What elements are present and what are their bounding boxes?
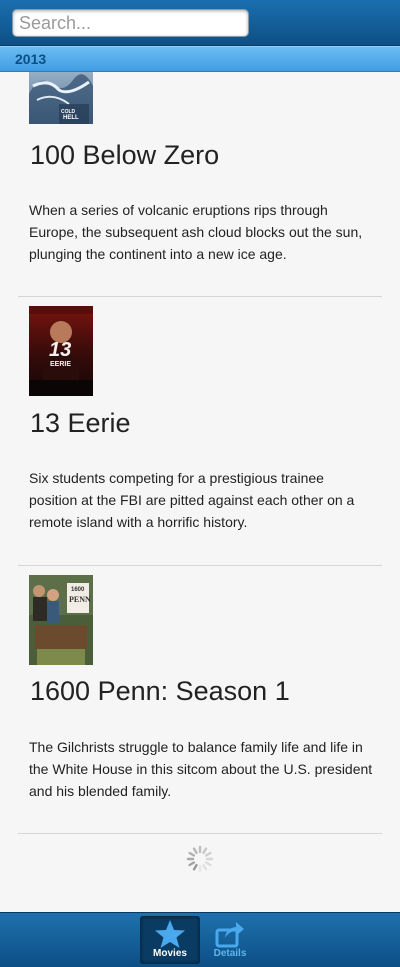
loading-spinner-icon: [186, 845, 214, 873]
movie-title: 1600 Penn: Season 1: [30, 676, 290, 706]
movie-poster: 13 EERIE: [29, 306, 93, 396]
share-icon: [215, 922, 244, 948]
tab-movies-label: Movies: [153, 948, 187, 959]
year-section-header: 2013: [0, 46, 400, 72]
poster-text: PENN: [69, 595, 91, 604]
poster-text: HELL: [63, 115, 79, 121]
star-icon: [155, 920, 185, 948]
movie-title: 13 Eerie: [30, 408, 131, 438]
movie-title: 100 Below Zero: [30, 140, 220, 170]
movie-poster: 1600 PENN: [29, 575, 93, 665]
movie-list-item[interactable]: 13 EERIE 13 Eerie Six students competing…: [18, 296, 382, 566]
movie-list[interactable]: COLD HELL 100 Below Zero When a series o…: [0, 72, 400, 912]
poster-text: EERIE: [50, 361, 72, 368]
tab-movies[interactable]: Movies: [140, 916, 200, 964]
movie-description: The Gilchrists struggle to balance famil…: [29, 739, 373, 799]
movie-description: When a series of volcanic eruptions rips…: [29, 202, 363, 262]
app-screen: 2013: [0, 0, 400, 967]
movie-list-item[interactable]: 1600 PENN 1600 Penn: Season 1 The Gilchr…: [18, 565, 382, 834]
movie-poster: COLD HELL: [29, 72, 93, 124]
search-input[interactable]: [12, 9, 249, 37]
movie-description: Six students competing for a prestigious…: [29, 470, 355, 530]
tab-details[interactable]: Details: [200, 916, 260, 964]
bottom-tab-bar: Movies Details: [0, 912, 400, 967]
top-toolbar: [0, 0, 400, 46]
poster-text: 1600: [71, 587, 85, 593]
tab-details-label: Details: [213, 948, 247, 959]
movie-list-item[interactable]: COLD HELL 100 Below Zero When a series o…: [18, 72, 382, 297]
section-year-label: 2013: [15, 51, 47, 67]
poster-text: 13: [49, 339, 72, 361]
